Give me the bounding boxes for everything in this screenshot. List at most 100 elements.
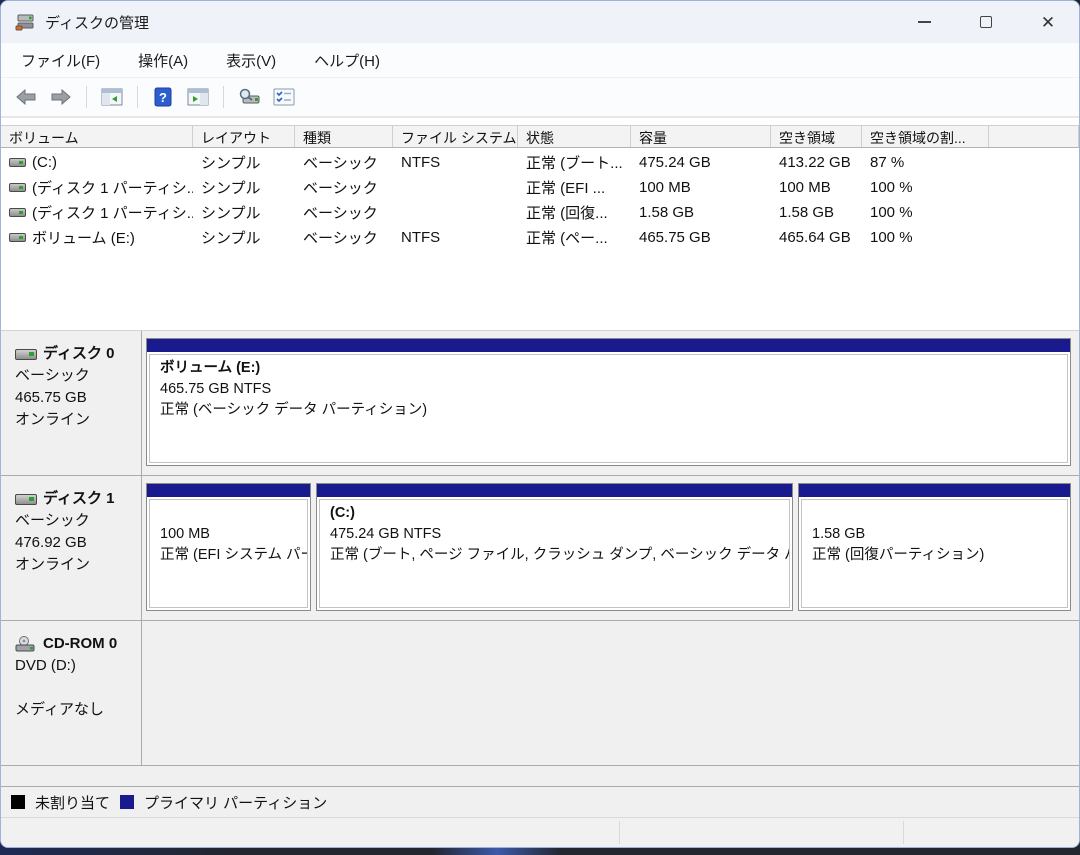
layout-cell: シンプル — [201, 179, 261, 197]
status-bar-divider — [903, 821, 904, 844]
disk-size: 465.75 GB — [15, 389, 87, 406]
forward-button[interactable] — [48, 84, 74, 110]
action-pane-icon — [187, 88, 209, 106]
capacity-cell: 475.24 GB — [639, 153, 711, 171]
partition-status: 正常 (ブート, ページ ファイル, クラッシュ ダンプ, ベーシック データ … — [330, 547, 789, 563]
status-cell: 正常 (ペー... — [526, 229, 608, 247]
menu-view[interactable]: 表示(V) — [226, 50, 276, 71]
menu-action[interactable]: 操作(A) — [138, 50, 188, 71]
show-console-tree-button[interactable] — [99, 84, 125, 110]
disk-status: オンライン — [15, 411, 91, 428]
disk-1-partitions: 100 MB 正常 (EFI システム パー (C:) 475.24 GB NT… — [142, 476, 1079, 620]
type-cell: ベーシック — [303, 229, 378, 247]
partition-status: 正常 (ベーシック データ パーティション) — [160, 402, 428, 418]
toolbar-separator — [223, 86, 224, 108]
volume-icon — [9, 157, 26, 167]
capacity-cell: 100 MB — [639, 178, 691, 196]
layout-cell: シンプル — [201, 204, 261, 222]
layout-cell: シンプル — [201, 229, 261, 247]
back-button[interactable] — [13, 84, 39, 110]
menu-file[interactable]: ファイル(F) — [21, 50, 100, 71]
table-row[interactable]: (C:) シンプル ベーシック NTFS 正常 (ブート... 475.24 G… — [1, 148, 1079, 173]
toolbar: ? — [1, 78, 1079, 117]
col-layout[interactable]: レイアウト — [193, 126, 295, 147]
minimize-button[interactable] — [893, 1, 955, 43]
disk-inspect-icon — [239, 88, 260, 104]
window-title: ディスクの管理 — [45, 14, 149, 32]
partition-recovery[interactable]: 1.58 GB 正常 (回復パーティション) — [798, 483, 1071, 611]
status-bar — [1, 817, 1079, 847]
disk-icon — [15, 493, 37, 505]
disk-1-row: ディスク 1 ベーシック 476.92 GB オンライン 100 MB 正常 (… — [1, 476, 1079, 621]
fs-cell: NTFS — [401, 153, 441, 171]
table-row[interactable]: (ディスク 1 パーティシ... シンプル ベーシック 正常 (回復... 1.… — [1, 198, 1079, 223]
partition-size: 465.75 GB NTFS — [160, 381, 272, 397]
partition-size: 475.24 GB NTFS — [330, 526, 442, 542]
minimize-icon — [917, 21, 931, 23]
partition-c-drive[interactable]: (C:) 475.24 GB NTFS 正常 (ブート, ページ ファイル, ク… — [316, 483, 793, 611]
help-icon: ? — [154, 87, 172, 107]
partition-size: 100 MB — [160, 526, 210, 542]
disk-1-label[interactable]: ディスク 1 ベーシック 476.92 GB オンライン — [1, 476, 142, 620]
fs-cell: NTFS — [401, 228, 441, 246]
disk-0-row: ディスク 0 ベーシック 465.75 GB オンライン ボリューム (E:) … — [1, 331, 1079, 476]
type-cell: ベーシック — [303, 179, 378, 197]
col-status[interactable]: 状態 — [518, 126, 631, 147]
legend-bar: 未割り当て プライマリ パーティション — [1, 786, 1079, 817]
status-cell: 正常 (ブート... — [526, 154, 623, 172]
col-volume[interactable]: ボリューム — [1, 126, 193, 147]
toolbar-separator — [86, 86, 87, 108]
cdrom-media-status: メディアなし — [15, 701, 104, 718]
volume-table-header: ボリューム レイアウト 種類 ファイル システム 状態 容量 空き領域 空き領域… — [1, 125, 1079, 148]
table-row[interactable]: (ディスク 1 パーティシ... シンプル ベーシック 正常 (EFI ... … — [1, 173, 1079, 198]
checklist-icon — [273, 88, 295, 106]
primary-partition-label: プライマリ パーティション — [144, 794, 328, 812]
partition-size: 1.58 GB — [812, 526, 866, 542]
disk-management-window: ディスクの管理 ✕ ファイル(F) 操作(A) 表示(V) ヘルプ(H) ? ボ… — [0, 0, 1080, 848]
partition-volume-e[interactable]: ボリューム (E:) 465.75 GB NTFS 正常 (ベーシック データ … — [146, 338, 1071, 466]
unallocated-label: 未割り当て — [35, 794, 111, 812]
volume-icon — [9, 232, 26, 242]
partition-title — [160, 503, 297, 524]
close-button[interactable]: ✕ — [1017, 1, 1079, 43]
show-action-pane-button[interactable] — [185, 84, 211, 110]
graphical-view-pane: ディスク 0 ベーシック 465.75 GB オンライン ボリューム (E:) … — [1, 330, 1079, 786]
title-bar: ディスクの管理 ✕ — [1, 1, 1079, 43]
primary-partition-color-band — [799, 484, 1070, 497]
cdrom-0-media-area — [142, 621, 1079, 765]
col-filesystem[interactable]: ファイル システム — [393, 126, 518, 147]
primary-partition-color-band — [147, 339, 1070, 352]
forward-arrow-icon — [51, 89, 71, 105]
table-row[interactable]: ボリューム (E:) シンプル ベーシック NTFS 正常 (ペー... 465… — [1, 223, 1079, 248]
type-cell: ベーシック — [303, 154, 378, 172]
partition-efi-system[interactable]: 100 MB 正常 (EFI システム パー — [146, 483, 311, 611]
unallocated-color-swatch — [11, 795, 25, 809]
volume-list-pane: ボリューム レイアウト 種類 ファイル システム 状態 容量 空き領域 空き領域… — [1, 117, 1079, 330]
free-cell: 1.58 GB — [779, 203, 835, 221]
primary-partition-color-band — [147, 484, 310, 497]
disk-0-label[interactable]: ディスク 0 ベーシック 465.75 GB オンライン — [1, 331, 142, 475]
col-free-space[interactable]: 空き領域 — [771, 126, 862, 147]
free-cell: 465.64 GB — [779, 228, 851, 246]
customize-view-button[interactable] — [271, 84, 297, 110]
status-cell: 正常 (回復... — [526, 204, 608, 222]
disk-properties-button[interactable] — [236, 84, 262, 110]
maximize-button[interactable] — [955, 1, 1017, 43]
col-capacity[interactable]: 容量 — [631, 126, 771, 147]
capacity-cell: 465.75 GB — [639, 228, 711, 246]
volume-icon — [9, 207, 26, 217]
maximize-icon — [980, 16, 992, 28]
col-free-percent[interactable]: 空き領域の割... — [862, 126, 989, 147]
menu-help[interactable]: ヘルプ(H) — [314, 50, 380, 71]
col-empty — [989, 126, 1079, 147]
help-button[interactable]: ? — [150, 84, 176, 110]
console-tree-icon — [101, 88, 123, 106]
pct-cell: 100 % — [870, 203, 913, 221]
cdrom-0-row: CD-ROM 0 DVD (D:) メディアなし — [1, 621, 1079, 766]
disk-icon — [15, 348, 37, 360]
volume-name-cell: (ディスク 1 パーティシ... — [1, 173, 193, 198]
col-type[interactable]: 種類 — [295, 126, 393, 147]
volume-icon — [9, 182, 26, 192]
disk-status: オンライン — [15, 556, 91, 573]
cdrom-0-label[interactable]: CD-ROM 0 DVD (D:) メディアなし — [1, 621, 142, 765]
